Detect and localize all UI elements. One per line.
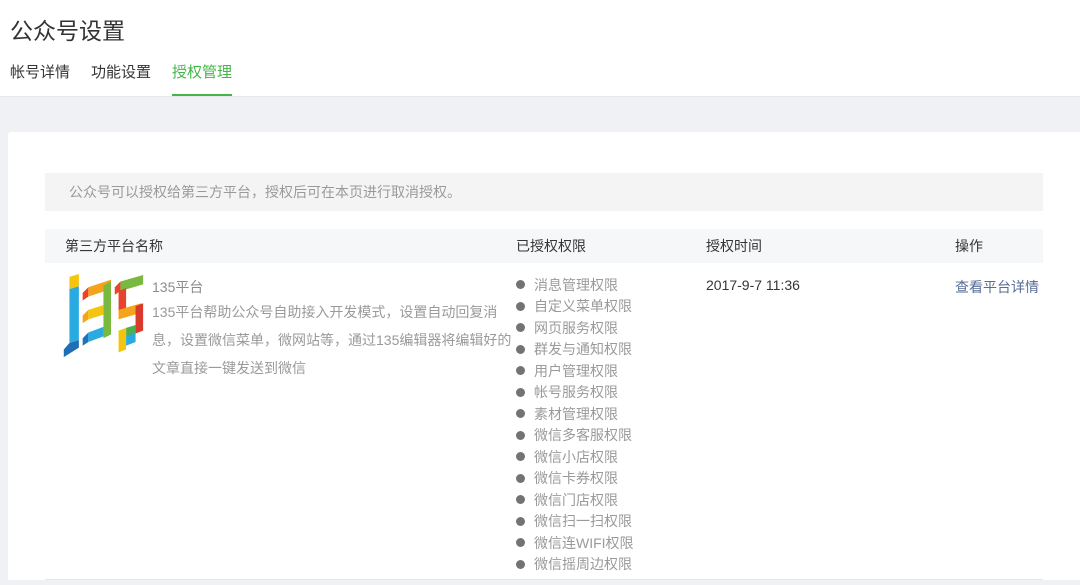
permission-item: 微信连WIFI权限 bbox=[516, 532, 706, 554]
header-operation: 操作 bbox=[955, 236, 1043, 256]
permission-item: 微信摇周边权限 bbox=[516, 554, 706, 576]
tab-authorization-management[interactable]: 授权管理 bbox=[172, 64, 232, 96]
permission-bullet-icon bbox=[516, 323, 525, 332]
permission-label: 用户管理权限 bbox=[534, 361, 618, 381]
permission-item: 自定义菜单权限 bbox=[516, 296, 706, 318]
tab-function-settings[interactable]: 功能设置 bbox=[91, 64, 151, 96]
permission-item: 微信卡券权限 bbox=[516, 468, 706, 490]
page-title: 公众号设置 bbox=[0, 0, 1080, 46]
authorization-time-cell: 2017-9-7 11:36 bbox=[706, 274, 955, 575]
permission-label: 消息管理权限 bbox=[534, 275, 618, 295]
permission-bullet-icon bbox=[516, 474, 525, 483]
platform-info: 135平台 135平台帮助公众号自助接入开发模式，设置自动回复消息，设置微信菜单… bbox=[152, 274, 512, 575]
permission-bullet-icon bbox=[516, 388, 525, 397]
permission-item: 帐号服务权限 bbox=[516, 382, 706, 404]
permission-item: 网页服务权限 bbox=[516, 317, 706, 339]
table-header-row: 第三方平台名称 已授权权限 授权时间 操作 bbox=[45, 229, 1043, 263]
permission-label: 微信卡券权限 bbox=[534, 468, 618, 488]
permission-label: 微信连WIFI权限 bbox=[534, 533, 634, 553]
platform-description: 135平台帮助公众号自助接入开发模式，设置自动回复消息，设置微信菜单，微网站等，… bbox=[152, 298, 512, 382]
page-header: 公众号设置 帐号详情 功能设置 授权管理 bbox=[0, 0, 1080, 97]
permission-bullet-icon bbox=[516, 280, 525, 289]
permission-item: 素材管理权限 bbox=[516, 403, 706, 425]
permission-bullet-icon bbox=[516, 409, 525, 418]
permission-label: 网页服务权限 bbox=[534, 318, 618, 338]
platform-name: 135平台 bbox=[152, 277, 512, 297]
permission-label: 群发与通知权限 bbox=[534, 339, 632, 359]
permission-item: 微信门店权限 bbox=[516, 489, 706, 511]
header-authorization-time: 授权时间 bbox=[706, 236, 955, 256]
permission-label: 微信小店权限 bbox=[534, 447, 618, 467]
platform-cell: 135平台 135平台帮助公众号自助接入开发模式，设置自动回复消息，设置微信菜单… bbox=[45, 274, 516, 575]
authorization-panel: 公众号可以授权给第三方平台，授权后可在本页进行取消授权。 第三方平台名称 已授权… bbox=[8, 132, 1080, 580]
permission-label: 帐号服务权限 bbox=[534, 382, 618, 402]
platform-logo-135-icon bbox=[60, 274, 145, 359]
table-row: 135平台 135平台帮助公众号自助接入开发模式，设置自动回复消息，设置微信菜单… bbox=[45, 263, 1043, 580]
header-platform-name: 第三方平台名称 bbox=[45, 236, 516, 256]
permission-label: 素材管理权限 bbox=[534, 404, 618, 424]
authorization-time: 2017-9-7 11:36 bbox=[706, 274, 955, 293]
permission-bullet-icon bbox=[516, 538, 525, 547]
permission-label: 微信摇周边权限 bbox=[534, 554, 632, 574]
permission-item: 微信多客服权限 bbox=[516, 425, 706, 447]
authorization-notice: 公众号可以授权给第三方平台，授权后可在本页进行取消授权。 bbox=[45, 173, 1043, 211]
permission-label: 自定义菜单权限 bbox=[534, 296, 632, 316]
permission-item: 群发与通知权限 bbox=[516, 339, 706, 361]
permission-bullet-icon bbox=[516, 345, 525, 354]
permission-item: 微信小店权限 bbox=[516, 446, 706, 468]
permissions-cell: 消息管理权限 自定义菜单权限 网页服务权限 群发与通知权限 用户管理权限 帐号服… bbox=[516, 274, 706, 575]
permission-item: 微信扫一扫权限 bbox=[516, 511, 706, 533]
tab-account-details[interactable]: 帐号详情 bbox=[10, 64, 70, 96]
permission-bullet-icon bbox=[516, 452, 525, 461]
tab-bar: 帐号详情 功能设置 授权管理 bbox=[0, 64, 1080, 96]
permission-bullet-icon bbox=[516, 366, 525, 375]
permission-item: 消息管理权限 bbox=[516, 274, 706, 296]
permission-label: 微信门店权限 bbox=[534, 490, 618, 510]
permission-item: 用户管理权限 bbox=[516, 360, 706, 382]
permissions-list: 消息管理权限 自定义菜单权限 网页服务权限 群发与通知权限 用户管理权限 帐号服… bbox=[516, 274, 706, 575]
operation-cell: 查看平台详情 bbox=[955, 274, 1043, 575]
permission-label: 微信多客服权限 bbox=[534, 425, 632, 445]
authorized-platforms-table: 第三方平台名称 已授权权限 授权时间 操作 bbox=[45, 229, 1043, 580]
permission-bullet-icon bbox=[516, 302, 525, 311]
permission-bullet-icon bbox=[516, 560, 525, 569]
header-authorized-permissions: 已授权权限 bbox=[516, 236, 706, 256]
permission-bullet-icon bbox=[516, 517, 525, 526]
permission-bullet-icon bbox=[516, 495, 525, 504]
permission-bullet-icon bbox=[516, 431, 525, 440]
view-platform-details-link[interactable]: 查看平台详情 bbox=[955, 274, 1039, 297]
permission-label: 微信扫一扫权限 bbox=[534, 511, 632, 531]
